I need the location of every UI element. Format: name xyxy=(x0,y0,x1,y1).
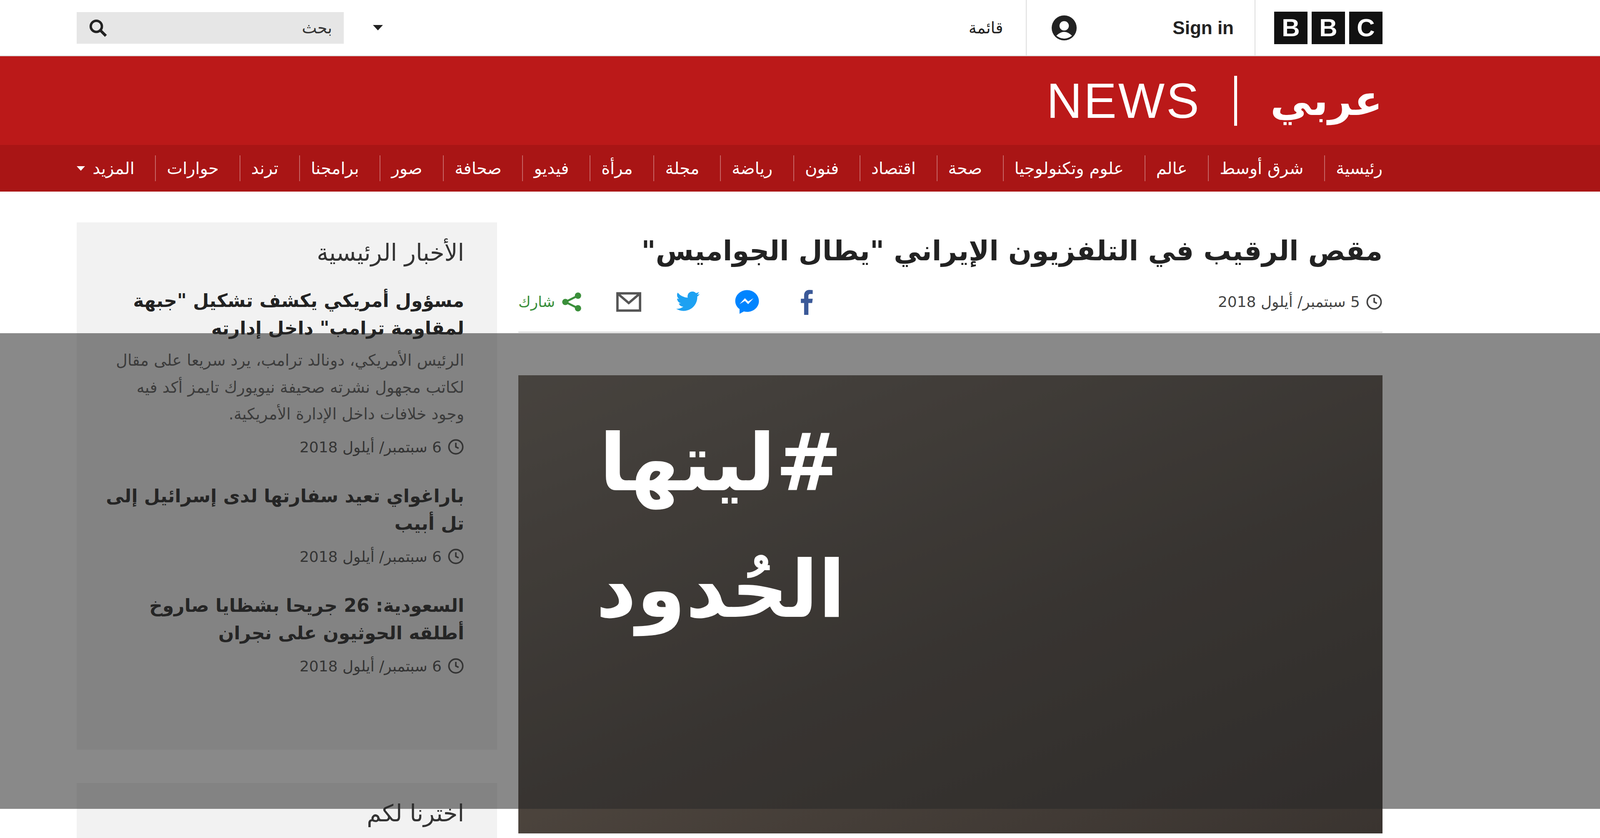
search-placeholder: بحث xyxy=(302,18,333,38)
logo-letter: C xyxy=(1349,11,1383,45)
twitter-icon[interactable] xyxy=(675,289,701,315)
article-title: مقص الرقيب في التلفزيون الإيراني "يطال ا… xyxy=(518,233,1383,270)
mail-icon[interactable] xyxy=(615,289,642,315)
sidebar-heading: الأخبار الرئيسية xyxy=(101,239,465,267)
nav-item[interactable]: حوارات xyxy=(155,155,224,182)
divider xyxy=(1025,0,1027,56)
nav-item[interactable]: عالم xyxy=(1144,155,1193,182)
nav-item[interactable]: رئيسية xyxy=(1324,155,1383,182)
nav-item[interactable]: صحافة xyxy=(442,155,507,182)
search-field[interactable]: بحث xyxy=(76,12,344,44)
header-divider xyxy=(1234,75,1238,126)
divider xyxy=(1254,0,1256,56)
nav-more[interactable]: المزيد xyxy=(76,155,140,182)
nav-item[interactable]: رياضة xyxy=(720,155,778,182)
facebook-icon[interactable] xyxy=(793,289,820,315)
article-date: 5 سبتمبر/ أيلول 2018 xyxy=(1217,293,1383,311)
language-wordmark[interactable]: عربي xyxy=(1270,76,1383,125)
hashtag-line: #ليتها xyxy=(595,400,846,527)
dropdown-arrow-icon[interactable] xyxy=(372,25,383,31)
user-icon[interactable] xyxy=(1051,15,1077,41)
article-meta: 5 سبتمبر/ أيلول 2018 شارك xyxy=(518,289,1383,333)
page: بحثقائمةSign inBBCNEWSعربيرئيسيةشرق أوسط… xyxy=(0,0,1600,838)
nav-item[interactable]: علوم وتكنولوجيا xyxy=(1002,155,1129,182)
news-wordmark[interactable]: NEWS xyxy=(1046,72,1201,130)
logo-letter: B xyxy=(1311,11,1345,45)
hashtag-overlay: #ليتهاالحُدود xyxy=(595,400,846,654)
share-icon xyxy=(560,291,583,313)
magnifier-icon[interactable] xyxy=(88,18,108,38)
nav-item[interactable]: فنون xyxy=(793,155,844,182)
nav-item[interactable]: شرق أوسط xyxy=(1207,155,1309,182)
sign-in-link[interactable]: Sign in xyxy=(1172,17,1234,39)
menu-link[interactable]: قائمة xyxy=(968,18,1004,38)
logo-letter: B xyxy=(1274,11,1308,45)
share-button[interactable]: شارك xyxy=(518,291,583,313)
header-band: NEWS عربي xyxy=(0,56,1600,145)
hashtag-line: الحُدود xyxy=(595,526,846,654)
more-arrow-icon xyxy=(76,166,85,171)
share-bar: شارك xyxy=(518,289,820,315)
nav-item[interactable]: مرأة xyxy=(589,155,638,182)
nav-bar: رئيسية شرق أوسط عالم علوم وتكنولوجيا صحة اقتص… xyxy=(0,145,1600,192)
messenger-icon[interactable] xyxy=(734,289,760,315)
nav-item[interactable]: مجلة xyxy=(653,155,705,182)
top-bar: بحثقائمةSign inBBC xyxy=(0,0,1600,57)
nav-item[interactable]: فيديو xyxy=(522,155,574,182)
nav-item[interactable]: صحة xyxy=(936,155,988,182)
nav-item[interactable]: ترند xyxy=(239,155,284,182)
nav-item[interactable]: برامجنا xyxy=(299,155,365,182)
clock-icon xyxy=(1365,293,1383,311)
bbc-logo[interactable]: BBC xyxy=(1274,11,1383,45)
nav-item[interactable]: اقتصاد xyxy=(859,155,921,182)
nav-item[interactable]: صور xyxy=(379,155,428,182)
